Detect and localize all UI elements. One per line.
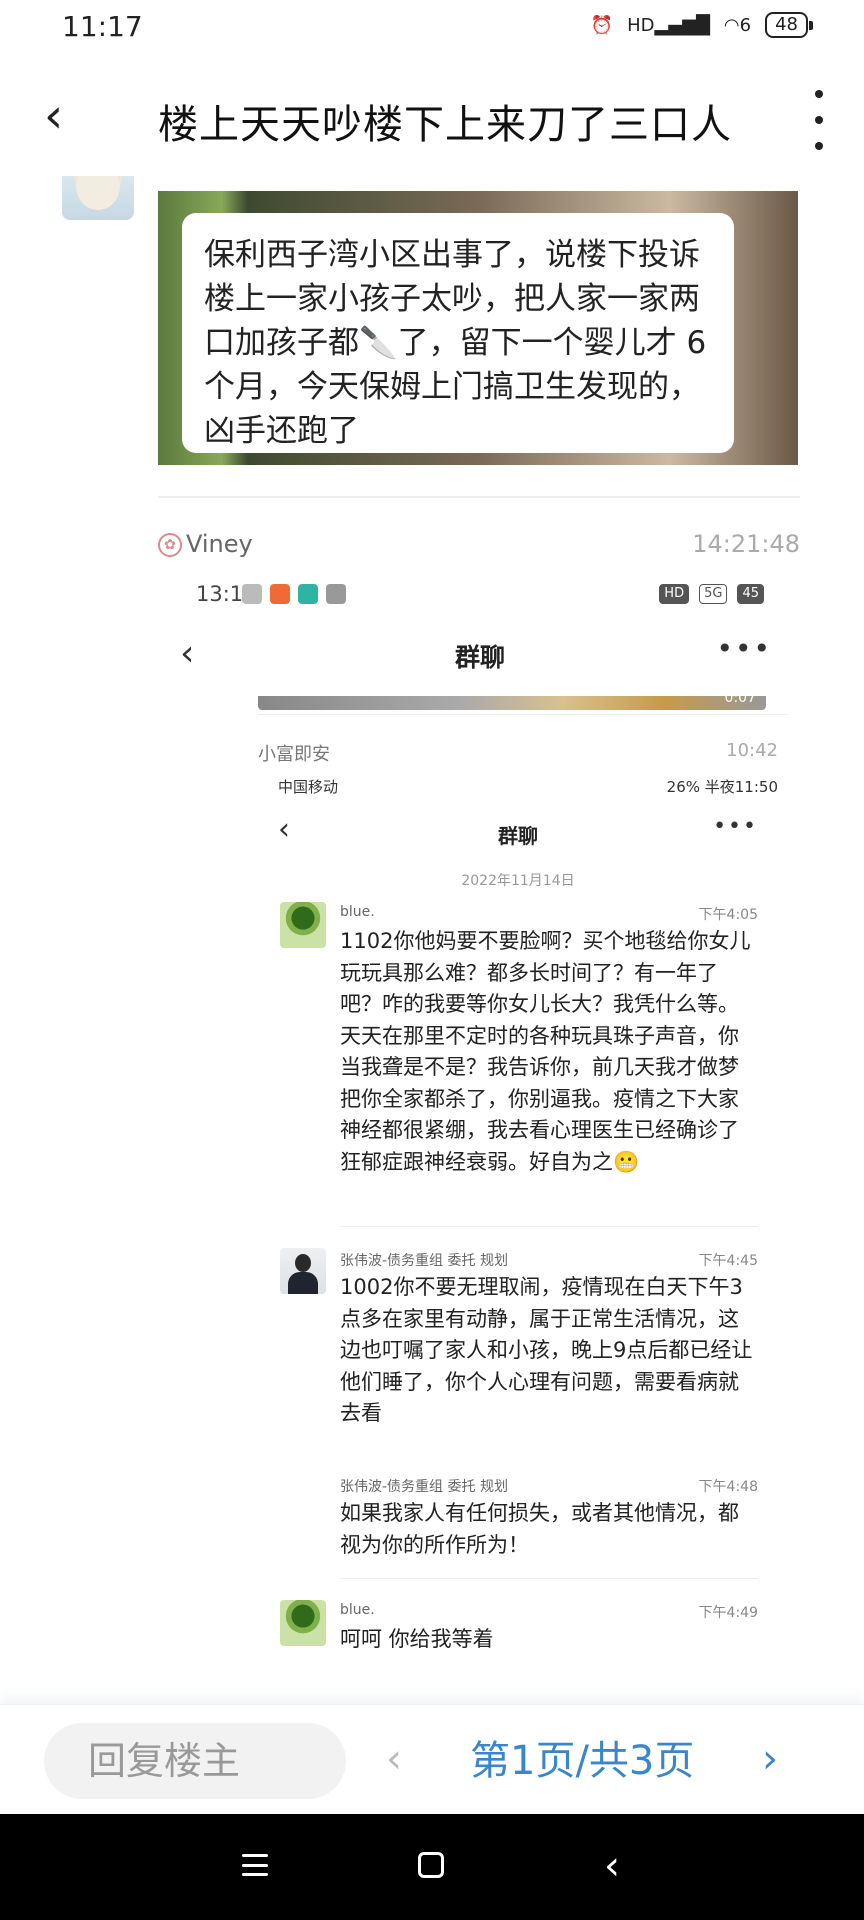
chat-time: 下午4:45 — [698, 1253, 758, 1269]
inner-nav: ‹ 群聊 ••• — [278, 810, 758, 862]
chat-date: 2022年11月14日 — [461, 873, 575, 889]
post-image[interactable]: 保利西子湾小区出事了，说楼下投诉楼上一家小孩子太吵，把人家一家两口加孩子都🔪了，… — [158, 191, 798, 465]
screenshot-app-icons — [242, 584, 346, 604]
chat-time: 下午4:05 — [698, 907, 758, 923]
more-button[interactable] — [804, 90, 834, 150]
reply-input[interactable]: 回复楼主 — [44, 1723, 346, 1799]
home-icon[interactable] — [418, 1852, 444, 1878]
chat-message: 张伟波-债务重组 委托 规划 下午4:48 如果我家人有任何损失，或者其他情况，… — [278, 1474, 758, 1584]
alarm-icon: ⏰ — [590, 14, 614, 36]
avatar — [280, 1600, 326, 1646]
screenshot-reply-header: 小富即安 10:42 — [258, 740, 778, 770]
thread-content[interactable]: 保利西子湾小区出事了，说楼下投诉楼上一家小孩子太吵，把人家一家两口加孩子都🔪了，… — [0, 176, 864, 1704]
back-icon[interactable]: ‹ — [604, 1842, 620, 1890]
avatar — [280, 1248, 326, 1294]
chat-text: 如果我家人有任何损失，或者其他情况，都视为你的所作所为！ — [340, 1501, 739, 1557]
screenshot-title: 群聊 — [454, 643, 505, 672]
back-button[interactable]: ‹ — [44, 86, 94, 146]
chat-message: blue. 下午4:49 呵呵 你给我等着 — [278, 1600, 758, 1680]
page-title: 楼上天天吵楼下上来刀了三口人 — [158, 102, 732, 148]
screenshot-nav: ‹ 群聊 ••• — [160, 624, 800, 688]
avatar[interactable] — [62, 176, 134, 220]
reply-header: ✿ Viney 14:21:48 — [158, 528, 800, 568]
inner-status-right: 26% 半夜11:50 — [666, 778, 778, 796]
chat-text: 呵呵 你给我等着 — [340, 1627, 494, 1651]
chat-text: 1102你他妈要不要脸啊？买个地毯给你女儿玩玩具那么难？都多长时间了？有一年了吧… — [340, 929, 751, 1174]
chat-message: blue. 下午4:05 1102你他妈要不要脸啊？买个地毯给你女儿玩玩具那么难… — [278, 902, 758, 1232]
page-indicator[interactable]: 第1页/共3页 — [470, 1729, 694, 1793]
user-badge-icon: ✿ — [158, 533, 182, 557]
inner-screenshot: 中国移动 26% 半夜11:50 ‹ 群聊 ••• 2022年11月14日 bl… — [278, 774, 778, 1704]
screenshot-status-right: HD 5G 45 — [659, 584, 764, 604]
app-icon — [270, 584, 290, 604]
chat-time: 下午4:48 — [698, 1479, 758, 1495]
bear-head — [76, 176, 120, 210]
chat-sender: 张伟波-债务重组 委托 规划 — [340, 1253, 508, 1269]
chevron-left-icon: ‹ — [44, 88, 64, 144]
signal-icon: HD▂▄▆█ — [627, 14, 710, 36]
bottom-bar: 回复楼主 ‹ 第1页/共3页 › — [0, 1704, 864, 1814]
video-duration: 0:07 — [724, 690, 756, 706]
avatar — [280, 902, 326, 948]
status-time: 11:17 — [62, 10, 143, 43]
divider — [258, 714, 788, 715]
next-page-button[interactable]: › — [762, 1729, 792, 1789]
video-thumbnail: 0:07 — [258, 690, 766, 710]
system-nav-bar: ‹ — [0, 1814, 864, 1920]
chat-sender: blue. — [340, 1602, 375, 1618]
app-icon — [298, 584, 318, 604]
menu-icon[interactable] — [242, 1854, 268, 1876]
chat-time: 下午4:49 — [698, 1605, 758, 1621]
screenshot-reply-user: 小富即安 — [258, 744, 330, 765]
chat-sender: 张伟波-债务重组 委托 规划 — [340, 1479, 508, 1495]
wifi-icon: ◠6 — [723, 14, 752, 36]
reply-username[interactable]: Viney — [186, 530, 253, 558]
title-bar: ‹ 楼上天天吵楼下上来刀了三口人 — [0, 56, 864, 176]
wechat-icon — [242, 584, 262, 604]
divider — [340, 1226, 758, 1227]
prev-page-button[interactable]: ‹ — [386, 1729, 416, 1789]
battery-icon: 48 — [765, 12, 813, 38]
chat-text: 1002你不要无理取闹，疫情现在白天下午3点多在家里有动静，属于正常生活情况，这… — [340, 1275, 753, 1425]
reply-timestamp: 14:21:48 — [692, 530, 800, 558]
reply-screenshot[interactable]: 13:15 HD 5G 45 ‹ 群聊 ••• 0:07 小富即安 10:42 … — [160, 576, 800, 1704]
post-image-text: 保利西子湾小区出事了，说楼下投诉楼上一家小孩子太吵，把人家一家两口加孩子都🔪了，… — [182, 213, 734, 453]
inner-title: 群聊 — [498, 824, 538, 848]
status-icons: ⏰ HD▂▄▆█ ◠6 48 — [590, 12, 813, 38]
app-icon — [326, 584, 346, 604]
chat-message: 张伟波-债务重组 委托 规划 下午4:45 1002你不要无理取闹，疫情现在白天… — [278, 1248, 758, 1458]
more-vertical-icon — [815, 90, 823, 98]
more-horizontal-icon: ••• — [713, 814, 758, 839]
more-horizontal-icon: ••• — [716, 632, 772, 665]
inner-status-left: 中国移动 — [278, 778, 339, 796]
divider — [158, 496, 800, 498]
screenshot-reply-time: 10:42 — [726, 740, 778, 761]
chat-sender: blue. — [340, 904, 375, 920]
divider — [340, 1578, 758, 1579]
status-bar: 11:17 ⏰ HD▂▄▆█ ◠6 48 — [0, 0, 864, 56]
